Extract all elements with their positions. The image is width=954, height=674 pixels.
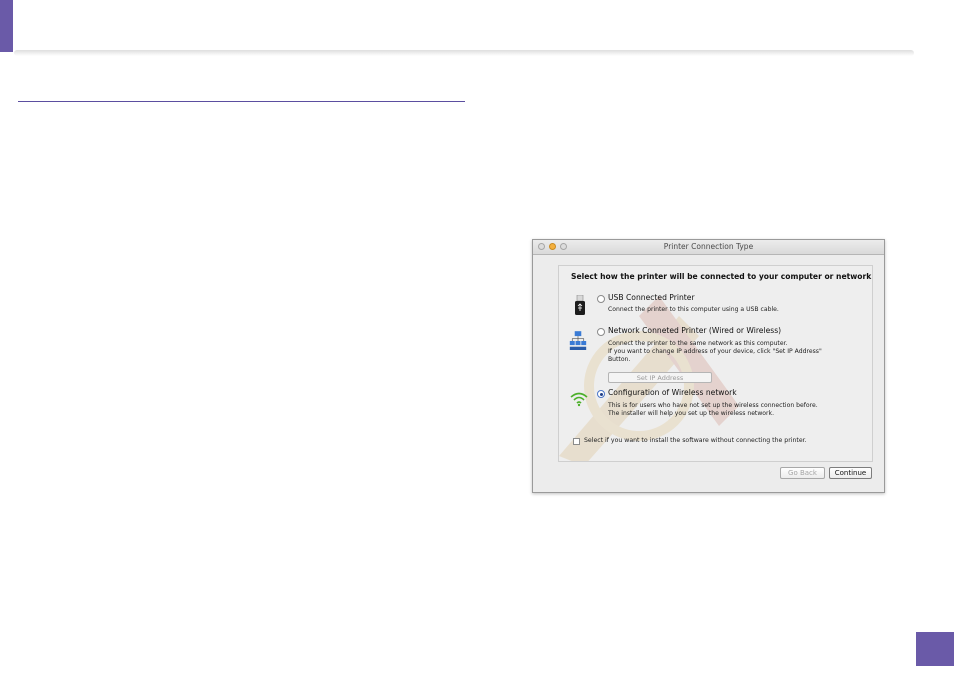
wireless-option-radio[interactable] bbox=[597, 390, 605, 398]
usb-option-radio[interactable] bbox=[597, 295, 605, 303]
usb-option-label[interactable]: USB Connected Printer bbox=[608, 293, 695, 302]
dialog-heading: Select how the printer will be connected… bbox=[571, 272, 873, 281]
network-option-label[interactable]: Network Conneted Printer (Wired or Wirel… bbox=[608, 326, 781, 335]
wireless-option-description-line-2: The installer will help you set up the w… bbox=[608, 410, 775, 417]
network-option-description-line-2: If you want to change IP address of your… bbox=[608, 348, 822, 355]
install-without-printer-label[interactable]: Select if you want to install the softwa… bbox=[584, 437, 807, 444]
network-option-radio[interactable] bbox=[597, 328, 605, 336]
wifi-icon bbox=[570, 392, 588, 407]
install-without-printer-checkbox[interactable] bbox=[573, 438, 580, 445]
go-back-button[interactable]: Go Back bbox=[780, 467, 825, 479]
wireless-option-label[interactable]: Configuration of Wireless network bbox=[608, 388, 737, 397]
network-option-description-line-3: Button. bbox=[608, 356, 631, 363]
chapter-accent-bar bbox=[0, 0, 13, 52]
page-number-badge bbox=[916, 632, 954, 666]
section-underline bbox=[18, 101, 465, 102]
usb-option-description: Connect the printer to this computer usi… bbox=[608, 306, 779, 313]
network-icon bbox=[569, 331, 587, 350]
wireless-option-description-line-1: This is for users who have not set up th… bbox=[608, 402, 818, 409]
network-option-description-line-1: Connect the printer to the same network … bbox=[608, 340, 788, 347]
header-divider bbox=[14, 50, 914, 56]
set-ip-address-button[interactable]: Set IP Address bbox=[608, 372, 712, 383]
continue-button[interactable]: Continue bbox=[829, 467, 872, 479]
window-titlebar[interactable]: Printer Connection Type bbox=[533, 240, 884, 255]
usb-icon bbox=[575, 295, 585, 315]
window-title: Printer Connection Type bbox=[663, 242, 754, 251]
printer-connection-window: Printer Connection Type Select how the p… bbox=[532, 239, 885, 493]
connection-options-panel: Select how the printer will be connected… bbox=[558, 265, 873, 462]
